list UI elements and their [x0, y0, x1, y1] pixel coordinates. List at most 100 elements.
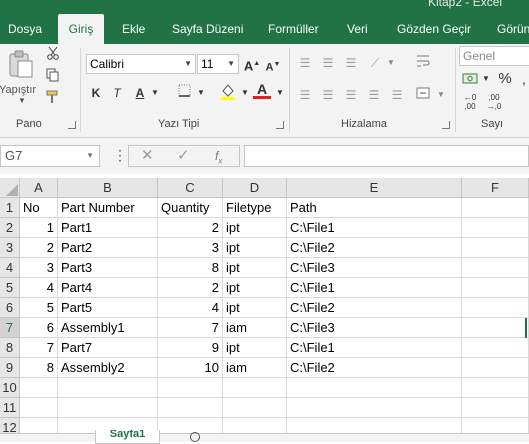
cell-part-number[interactable]: Part3 [58, 258, 158, 278]
shrink-font-icon[interactable]: A▼ [264, 56, 282, 74]
header-cell-quantity[interactable]: Quantity [158, 198, 223, 218]
row-header-8[interactable]: 8 [0, 338, 20, 358]
cell-part-number[interactable]: Assembly2 [58, 358, 158, 378]
cell-path[interactable]: C:\File2 [287, 358, 462, 378]
cell-part-number[interactable]: Part7 [58, 338, 158, 358]
cell-path[interactable]: C:\File1 [287, 338, 462, 358]
cell-quantity[interactable]: 3 [158, 238, 223, 258]
cell-path[interactable]: C:\File2 [287, 298, 462, 318]
wrap-text-icon[interactable] [414, 54, 432, 72]
cell-no[interactable]: 6 [20, 318, 58, 338]
cell-no[interactable]: 3 [20, 258, 58, 278]
cell-filetype[interactable]: ipt [223, 238, 287, 258]
row-header-6[interactable]: 6 [0, 298, 20, 318]
cell-extra[interactable] [462, 258, 529, 278]
worksheet-grid[interactable]: A B C D E F 1 2 3 4 5 6 7 8 9 10 11 12 N… [0, 178, 529, 433]
name-box-chevron-down-icon[interactable]: ▼ [86, 146, 94, 166]
cell-filetype[interactable] [223, 398, 287, 418]
cell-quantity[interactable] [158, 418, 223, 433]
cell-quantity[interactable]: 10 [158, 358, 223, 378]
tab-veri[interactable]: Veri [347, 14, 368, 44]
tab-ekle[interactable]: Ekle [122, 14, 145, 44]
font-size-chevron-down-icon[interactable]: ▼ [227, 55, 235, 73]
cell-part-number[interactable]: Part4 [58, 278, 158, 298]
yazi-tipi-launcher-icon[interactable] [276, 121, 284, 129]
cell-quantity[interactable]: 2 [158, 218, 223, 238]
cell-extra[interactable] [462, 298, 529, 318]
tab-formuller[interactable]: Formüller [268, 14, 319, 44]
orientation-chevron-down-icon[interactable]: ▼ [382, 54, 400, 72]
tab-giris[interactable]: Giriş [58, 14, 104, 44]
cell-extra[interactable] [462, 338, 529, 358]
cell-extra[interactable] [462, 358, 529, 378]
sheet-tab[interactable]: Sayfa1 [95, 430, 160, 444]
cell-no[interactable]: 4 [20, 278, 58, 298]
paste-chevron-down-icon[interactable]: ▼ [18, 96, 26, 105]
header-cell-path[interactable]: Path [287, 198, 462, 218]
cell-path[interactable]: C:\File2 [287, 238, 462, 258]
row-header-4[interactable]: 4 [0, 258, 20, 278]
increase-decimal-icon[interactable]: ←0,00 [458, 93, 482, 111]
copy-icon[interactable] [44, 68, 62, 86]
tab-gorunum[interactable]: Görün [497, 14, 529, 44]
cut-icon[interactable] [44, 46, 62, 64]
header-cell-part-number[interactable]: Part Number [58, 198, 158, 218]
column-header-a[interactable]: A [20, 178, 58, 198]
font-name-box[interactable]: Calibri ▼ [86, 54, 196, 74]
currency-chevron-down-icon[interactable]: ▼ [477, 70, 495, 88]
cell-quantity[interactable]: 7 [158, 318, 223, 338]
align-center-icon[interactable]: ☰ [319, 86, 337, 104]
more-options-icon[interactable]: ⋮ [113, 147, 127, 164]
cell-quantity[interactable] [158, 378, 223, 398]
row-header-9[interactable]: 9 [0, 358, 20, 378]
cell-quantity[interactable]: 4 [158, 298, 223, 318]
font-color-icon[interactable]: A [253, 80, 271, 99]
cell-extra[interactable] [462, 238, 529, 258]
align-left-icon[interactable]: ☰ [296, 86, 314, 104]
increase-indent-icon[interactable]: ☰ [388, 86, 406, 104]
cell-filetype[interactable]: iam [223, 358, 287, 378]
merge-chevron-down-icon[interactable]: ▼ [432, 86, 450, 104]
underline-chevron-down-icon[interactable]: ▼ [146, 84, 164, 102]
font-color-chevron-down-icon[interactable]: ▼ [271, 84, 289, 102]
cell-path[interactable] [287, 378, 462, 398]
cell-no[interactable] [20, 418, 58, 433]
column-header-c[interactable]: C [158, 178, 223, 198]
enter-check-icon[interactable]: ✓ [177, 146, 190, 166]
hizalama-launcher-icon[interactable] [442, 121, 450, 129]
cell-filetype[interactable]: ipt [223, 278, 287, 298]
row-header-7[interactable]: 7 [0, 318, 20, 338]
row-header-11[interactable]: 11 [0, 398, 20, 418]
cell-filetype[interactable] [223, 418, 287, 433]
header-cell-extra[interactable] [462, 198, 529, 218]
cell-extra[interactable] [462, 278, 529, 298]
insert-function-icon[interactable]: fx [215, 146, 222, 171]
row-header-10[interactable]: 10 [0, 378, 20, 398]
pano-launcher-icon[interactable] [68, 121, 76, 129]
cell-no[interactable] [20, 398, 58, 418]
cell-no[interactable]: 8 [20, 358, 58, 378]
cell-path[interactable]: C:\File1 [287, 218, 462, 238]
cell-quantity[interactable]: 2 [158, 278, 223, 298]
name-box[interactable]: G7 ▼ [0, 145, 100, 167]
cell-filetype[interactable] [223, 378, 287, 398]
cell-part-number[interactable]: Assembly1 [58, 318, 158, 338]
percent-icon[interactable]: % [496, 70, 514, 88]
cell-part-number[interactable] [58, 398, 158, 418]
fill-color-icon[interactable] [219, 82, 237, 100]
cancel-icon[interactable]: ✕ [141, 146, 154, 166]
decrease-decimal-icon[interactable]: ,00 →,0 [482, 93, 506, 111]
cell-extra[interactable] [462, 318, 529, 338]
cell-path[interactable]: C:\File1 [287, 278, 462, 298]
align-right-icon[interactable]: ☰ [342, 86, 360, 104]
bold-icon[interactable]: K [87, 84, 105, 102]
cell-path[interactable]: C:\File3 [287, 318, 462, 338]
cell-quantity[interactable]: 9 [158, 338, 223, 358]
tab-sayfa-duzeni[interactable]: Sayfa Düzeni [172, 14, 243, 44]
comma-style-icon[interactable]: , [515, 70, 529, 88]
cell-filetype[interactable]: ipt [223, 258, 287, 278]
decrease-indent-icon[interactable]: ☰ [365, 86, 383, 104]
row-header-5[interactable]: 5 [0, 278, 20, 298]
cell-no[interactable]: 5 [20, 298, 58, 318]
select-all-corner[interactable] [0, 178, 20, 198]
